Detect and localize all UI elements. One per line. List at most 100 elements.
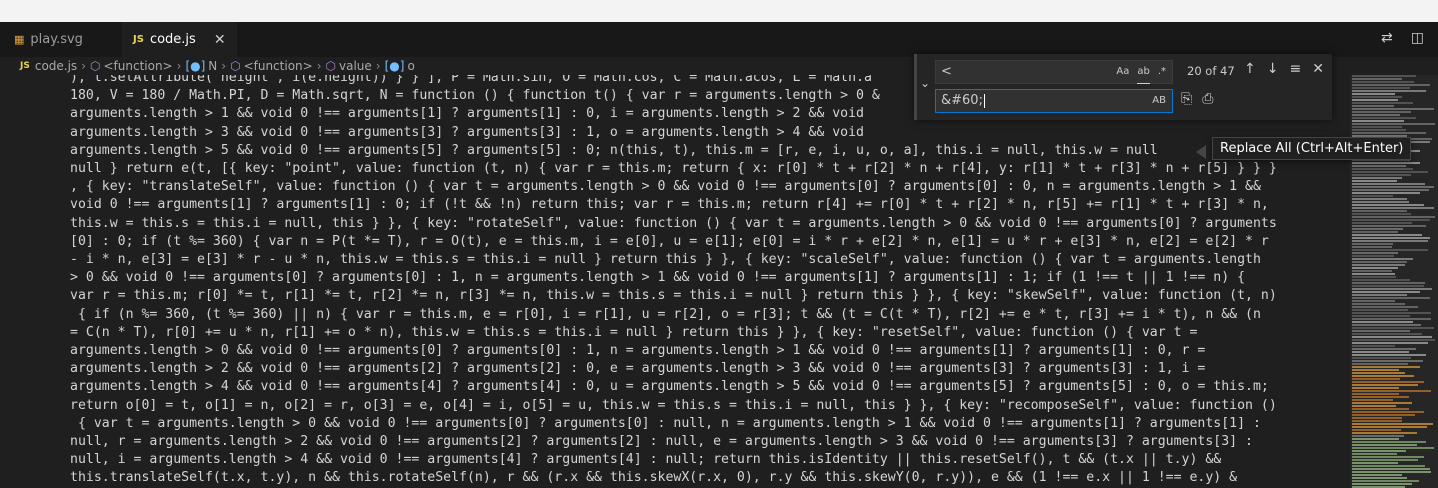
minimap-line	[1352, 246, 1392, 248]
find-in-selection-icon[interactable]: ≡	[1289, 61, 1301, 77]
code-line[interactable]: [0] : 0; if (t %= 360) { var n = P(t *= …	[70, 233, 1277, 251]
replace-icon[interactable]: ⎘	[1181, 91, 1192, 107]
tab-code-js[interactable]: JS code.js ✕	[122, 22, 237, 57]
toggle-replace-chevron-icon[interactable]: ⌄	[920, 76, 930, 90]
minimap-line	[1352, 312, 1431, 314]
preserve-case-button[interactable]: AB	[1152, 90, 1166, 112]
code-line[interactable]: this.w = this.s = this.i = null, this } …	[70, 215, 1277, 233]
minimap-line	[1352, 78, 1402, 80]
minimap-line	[1352, 366, 1420, 368]
minimap-line	[1352, 336, 1432, 338]
minimap-line	[1352, 162, 1420, 164]
breadcrumb-item-variable[interactable]: [●] o	[385, 59, 415, 73]
minimap-line	[1352, 276, 1396, 278]
minimap-line	[1352, 279, 1410, 281]
minimap-line	[1352, 297, 1430, 299]
minimap-line	[1352, 387, 1399, 389]
minimap-line	[1352, 243, 1393, 245]
minimap-line	[1352, 174, 1411, 176]
minimap-line	[1352, 93, 1395, 95]
minimap-line	[1352, 399, 1393, 401]
tab-play-svg[interactable]: ▦ play.svg	[0, 22, 122, 57]
code-line[interactable]: { if (n %= 360, (t %= 360) || n) { var r…	[70, 306, 1277, 324]
minimap-line	[1352, 228, 1403, 230]
minimap-line	[1352, 423, 1433, 425]
minimap-line	[1352, 285, 1424, 287]
find-replace-widget: ⌄ < Aa ab .* 20 of 47 ↑ ↓ ≡ ✕ &#60; AB ⎘…	[914, 54, 1332, 120]
breadcrumb-item-function[interactable]: ⬡ <function>	[90, 59, 173, 73]
code-line[interactable]: null } return e(t, [{ key: "point", valu…	[70, 160, 1277, 178]
whole-word-button[interactable]: ab	[1137, 61, 1150, 84]
arrow-down-icon[interactable]: ↓	[1267, 61, 1279, 77]
breadcrumb-item-file[interactable]: JS code.js	[20, 59, 77, 73]
code-line[interactable]: arguments.length > 3 && void 0 !== argum…	[70, 124, 1277, 142]
open-changes-icon[interactable]: ⇄	[1381, 30, 1393, 46]
minimap-line	[1352, 363, 1408, 365]
code-line[interactable]: - i * n, e[3] = e[3] * r - u * n, this.w…	[70, 251, 1277, 269]
minimap-line	[1352, 480, 1419, 482]
code-line[interactable]: > 0 && void 0 !== arguments[0] ? argumen…	[70, 269, 1277, 287]
find-input[interactable]: < Aa ab .*	[935, 60, 1173, 84]
minimap-line	[1352, 384, 1418, 386]
breadcrumb-item-variable[interactable]: [●] N	[185, 59, 217, 73]
chevron-right-icon: ›	[316, 59, 322, 73]
minimap-line	[1352, 84, 1430, 86]
breadcrumb-label: N	[208, 59, 218, 73]
text-caret	[983, 93, 985, 108]
find-nav: ↑ ↓ ≡ ✕	[1244, 61, 1324, 77]
result-count: 20 of 47	[1187, 64, 1235, 78]
code-line[interactable]: void 0 !== arguments[1] ? arguments[1] :…	[70, 196, 1277, 214]
match-case-button[interactable]: Aa	[1116, 61, 1129, 84]
minimap-line	[1352, 405, 1396, 407]
breadcrumb-item-function[interactable]: ⬡ <function>	[230, 59, 313, 73]
arrow-up-icon[interactable]: ↑	[1244, 61, 1256, 77]
minimap-line	[1352, 360, 1423, 362]
code-line[interactable]: arguments.length > 4 && void 0 !== argum…	[70, 378, 1277, 396]
code-line[interactable]: arguments.length > 0 && void 0 !== argum…	[70, 342, 1277, 360]
minimap-line	[1352, 471, 1431, 473]
replace-input-value: &#60;	[941, 93, 983, 108]
code-line[interactable]: null, r = arguments.length > 2 && void 0…	[70, 433, 1277, 451]
code-line[interactable]: arguments.length > 5 && void 0 !== argum…	[70, 142, 1277, 160]
minimap-line	[1352, 195, 1393, 197]
code-line[interactable]: return o[0] = t, o[1] = n, o[2] = r, o[3…	[70, 397, 1277, 415]
minimap-line	[1352, 222, 1412, 224]
minimap-line	[1352, 468, 1430, 470]
code-line[interactable]: arguments.length > 2 && void 0 !== argum…	[70, 360, 1277, 378]
minimap-line	[1352, 87, 1410, 89]
code-line[interactable]: var r = this.m; r[0] *= t, r[1] *= t, r[…	[70, 287, 1277, 305]
minimap-line	[1352, 249, 1428, 251]
minimap-line	[1352, 351, 1409, 353]
chevron-right-icon: ›	[375, 59, 381, 73]
replace-input[interactable]: &#60; AB	[935, 89, 1173, 113]
minimap-line	[1352, 270, 1392, 272]
regex-button[interactable]: .*	[1158, 61, 1166, 84]
code-line[interactable]: , { key: "translateSelf", value: functio…	[70, 178, 1277, 196]
code-line[interactable]: null, i = arguments.length > 4 && void 0…	[70, 451, 1277, 469]
close-icon[interactable]: ✕	[1312, 61, 1324, 77]
minimap-line	[1352, 315, 1410, 317]
code-line[interactable]: this.translateSelf(t.x, t.y), n && this.…	[70, 469, 1277, 487]
code-text[interactable]: ), t.setAttribute("height", i(e.height))…	[70, 75, 1277, 488]
minimap-line	[1352, 450, 1406, 452]
function-icon: ⬡	[325, 59, 336, 73]
replace-all-icon[interactable]: ⎙	[1202, 91, 1213, 107]
close-icon[interactable]: ✕	[214, 32, 226, 48]
minimap-line	[1352, 327, 1434, 329]
chevron-right-icon: ›	[176, 59, 182, 73]
code-line[interactable]: = C(n * T), r[0] += u * n, r[1] += o * n…	[70, 324, 1277, 342]
chevron-right-icon: ›	[221, 59, 227, 73]
minimap-line	[1352, 261, 1407, 263]
minimap-line	[1352, 429, 1401, 431]
minimap-line	[1352, 108, 1434, 110]
minimap-line	[1352, 393, 1399, 395]
minimap-line	[1352, 369, 1399, 371]
split-editor-icon[interactable]: ◫	[1411, 30, 1424, 46]
code-editor[interactable]: ), t.setAttribute("height", i(e.height))…	[0, 75, 1350, 488]
minimap-line	[1352, 186, 1434, 188]
breadcrumb-item-method[interactable]: ⬡ value	[326, 59, 372, 73]
code-line[interactable]: { var t = arguments.length > 0 && void 0…	[70, 415, 1277, 433]
minimap-line	[1352, 177, 1402, 179]
breadcrumb-label: <function>	[243, 59, 313, 73]
minimap-line	[1352, 234, 1422, 236]
